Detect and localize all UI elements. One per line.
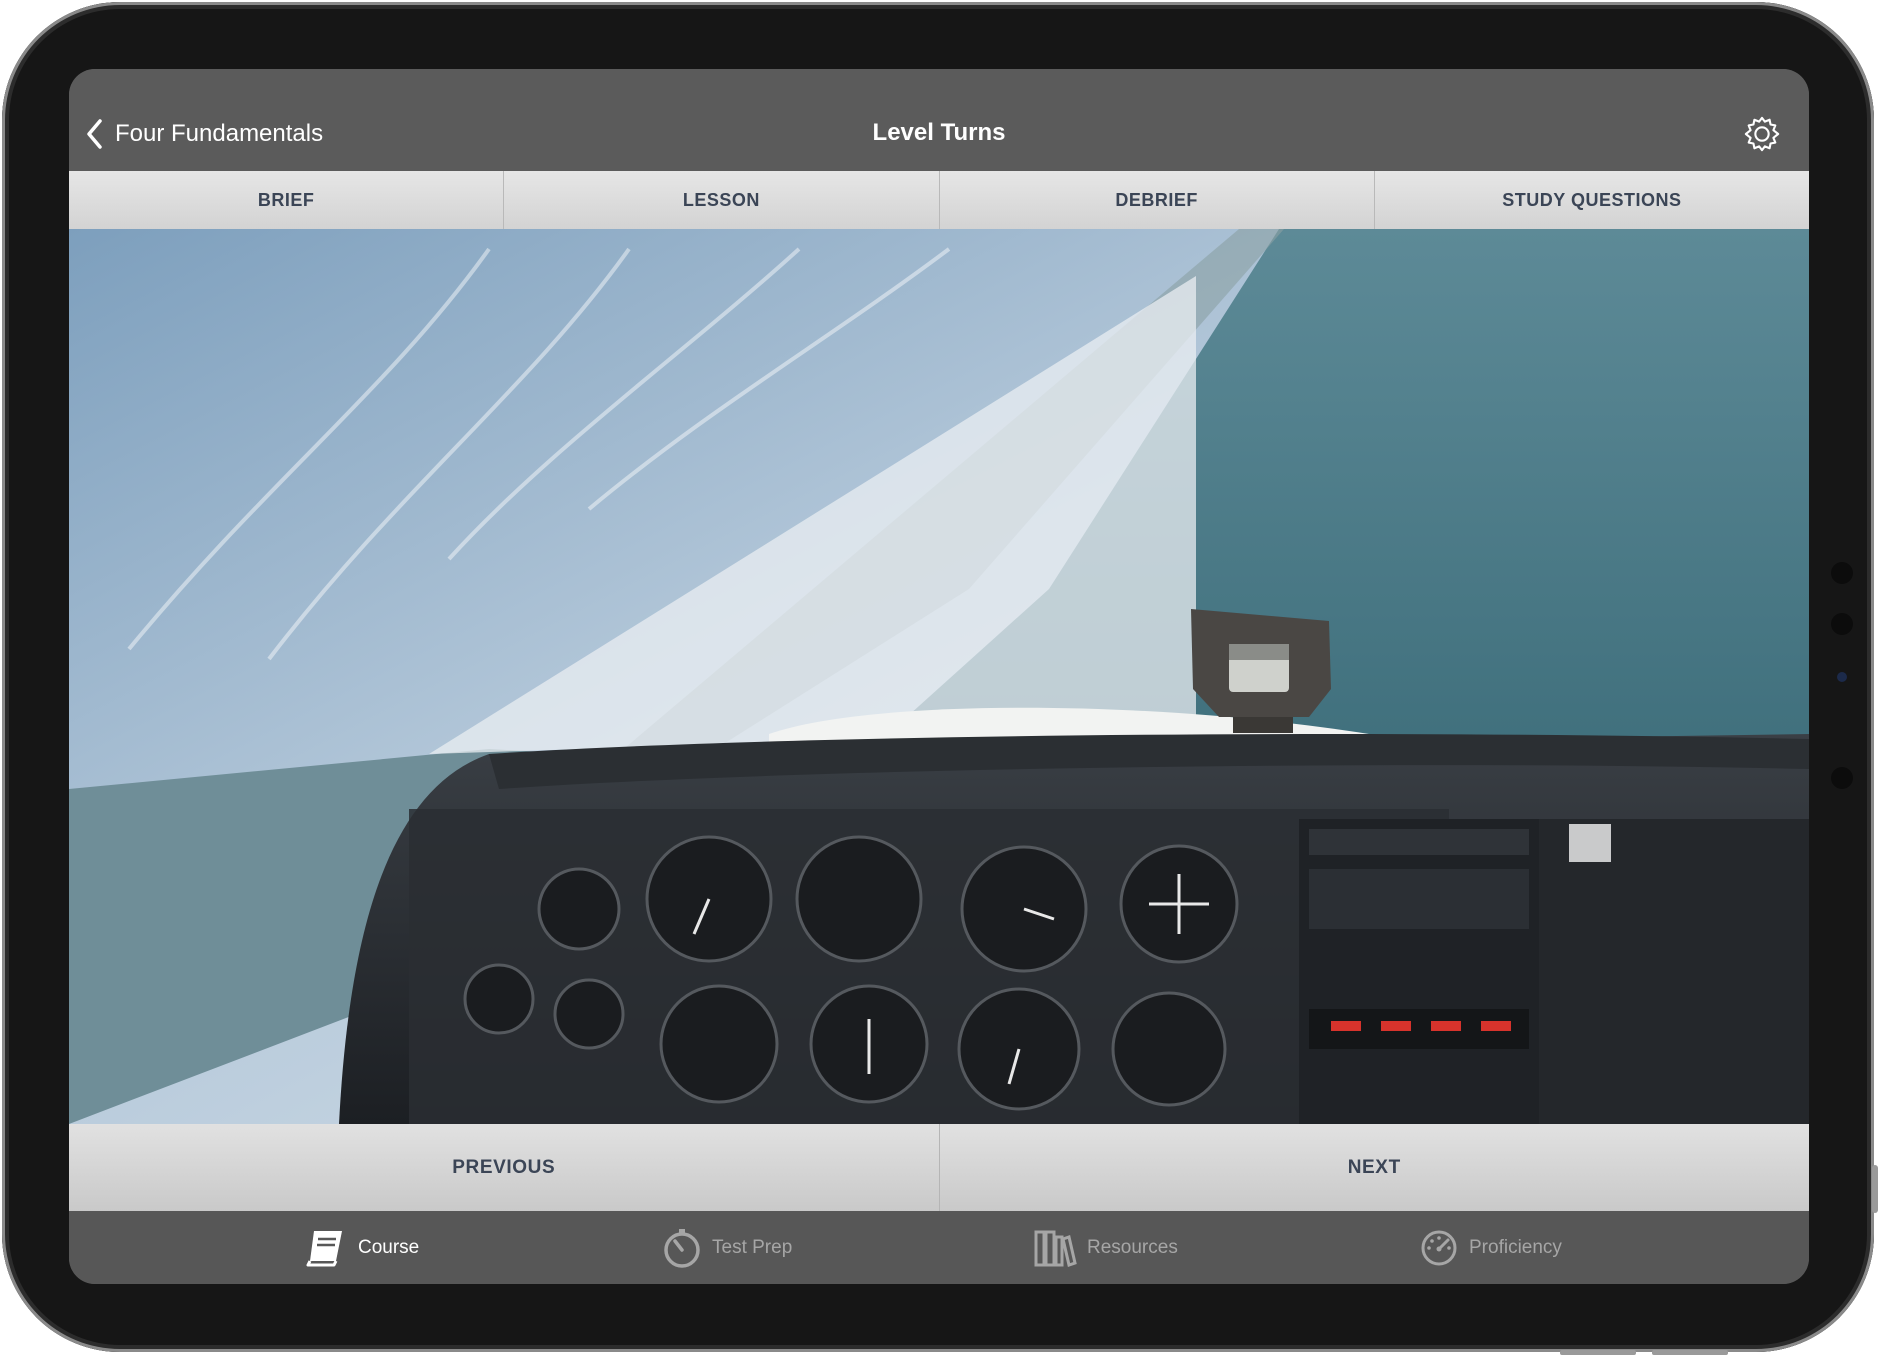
tabbar-label-resources: Resources <box>1087 1236 1178 1258</box>
top-button-2 <box>1652 1350 1728 1355</box>
gear-icon[interactable] <box>1743 115 1781 153</box>
tabbar-label-test-prep: Test Prep <box>712 1236 793 1258</box>
tabbar-item-resources[interactable]: Resources <box>1033 1211 1178 1284</box>
sensor-dot-2 <box>1831 767 1853 789</box>
cockpit-video-frame <box>69 229 1809 1124</box>
next-button[interactable]: NEXT <box>938 1124 1810 1211</box>
library-icon <box>1034 1230 1077 1267</box>
lesson-tabs: BRIEF LESSON DEBRIEF STUDY QUESTIONS <box>69 171 1809 230</box>
tabbar-label-proficiency: Proficiency <box>1469 1236 1562 1258</box>
tab-study-questions[interactable]: STUDY QUESTIONS <box>1373 171 1809 229</box>
navigation-bar: Four Fundamentals Level Turns <box>69 69 1809 171</box>
tabbar-item-course[interactable]: Course <box>304 1211 419 1284</box>
tab-brief[interactable]: BRIEF <box>69 171 503 229</box>
stopwatch-icon <box>664 1228 700 1268</box>
tab-lesson[interactable]: LESSON <box>503 171 938 229</box>
app-screen: Four Fundamentals Level Turns BRIEF LESS… <box>69 69 1809 1284</box>
gauge-icon <box>1421 1230 1457 1265</box>
bottom-tab-bar: Course Test Prep Resources Proficiency <box>69 1211 1809 1284</box>
tabbar-item-test-prep[interactable]: Test Prep <box>662 1211 792 1284</box>
lesson-video[interactable] <box>69 229 1809 1124</box>
sensor-dot <box>1831 613 1853 635</box>
tabbar-label-course: Course <box>358 1236 420 1258</box>
tabbar-item-proficiency[interactable]: Proficiency <box>1419 1211 1562 1284</box>
top-button <box>1560 1350 1636 1355</box>
tab-debrief[interactable]: DEBRIEF <box>938 171 1374 229</box>
page-title: Level Turns <box>872 119 1006 146</box>
book-icon <box>306 1230 342 1266</box>
lesson-pager: PREVIOUS NEXT <box>69 1124 1809 1211</box>
previous-button[interactable]: PREVIOUS <box>69 1124 939 1211</box>
side-button <box>1872 1165 1878 1213</box>
camera-lens <box>1837 672 1847 682</box>
camera-dot <box>1831 562 1853 584</box>
